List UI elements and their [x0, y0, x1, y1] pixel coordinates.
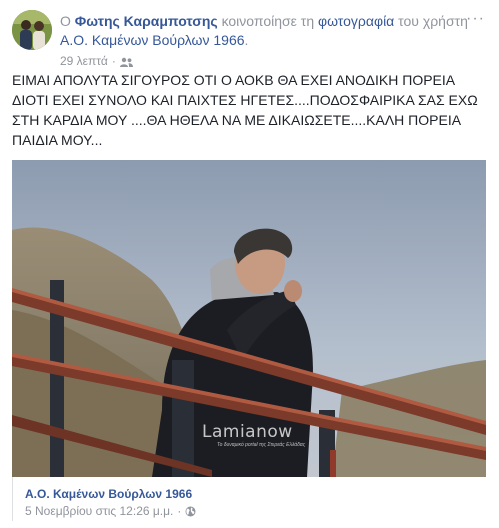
suffix-text: του [398, 13, 419, 29]
shared-photo[interactable]: Lamianow Το δυναμικό portal της Στερεάς … [12, 160, 486, 477]
photo-watermark-subtitle: Το δυναμικό portal της Στερεάς Ελλάδας [217, 442, 306, 448]
post-timestamp[interactable]: 29 λεπτά [60, 54, 108, 68]
post-header: Ο Φωτης Καραμποτσης κοινοποίησε τη φωτογ… [60, 12, 490, 50]
photo-link[interactable]: φωτογραφία [318, 13, 394, 29]
photo-watermark: Lamianow [202, 422, 293, 442]
author-avatar[interactable] [12, 10, 52, 50]
shared-meta-separator: · [177, 504, 182, 518]
post-meta: 29 λεπτά · [60, 54, 133, 68]
owner-prefix-text: χρήστη [422, 13, 468, 29]
shared-page-link[interactable]: Α.Ο. Καμένων Βούρλων 1966 [25, 487, 192, 501]
shared-date[interactable]: 5 Νοεμβρίου στις 12:26 μ.μ. [25, 504, 173, 518]
post-text: ΕΙΜΑΙ ΑΠΟΛΥΤΑ ΣΙΓΟΥΡΟΣ ΟΤΙ Ο ΑΟΚΒ ΘΑ ΕΧΕ… [12, 72, 478, 148]
prefix-text: Ο [60, 13, 71, 29]
owner-link[interactable]: Α.Ο. Καμένων Βούρλων 1966 [60, 32, 245, 48]
friends-icon[interactable] [119, 56, 133, 67]
action-text: κοινοποίησε τη [221, 13, 315, 29]
shared-meta: 5 Νοεμβρίου στις 12:26 μ.μ. · [25, 504, 196, 518]
shared-attachment: Α.Ο. Καμένων Βούρλων 1966 5 Νοεμβρίου στ… [12, 477, 486, 521]
shared-photo-post: Ο Φωτης Καραμποτσης κοινοποίησε τη φωτογ… [0, 0, 499, 528]
globe-icon[interactable] [185, 506, 196, 517]
meta-separator: · [111, 54, 116, 68]
author-name-link[interactable]: Φωτης Καραμποτσης [75, 13, 218, 29]
more-options-button[interactable]: ··· [466, 10, 485, 28]
owner-suffix-text: . [244, 32, 249, 48]
